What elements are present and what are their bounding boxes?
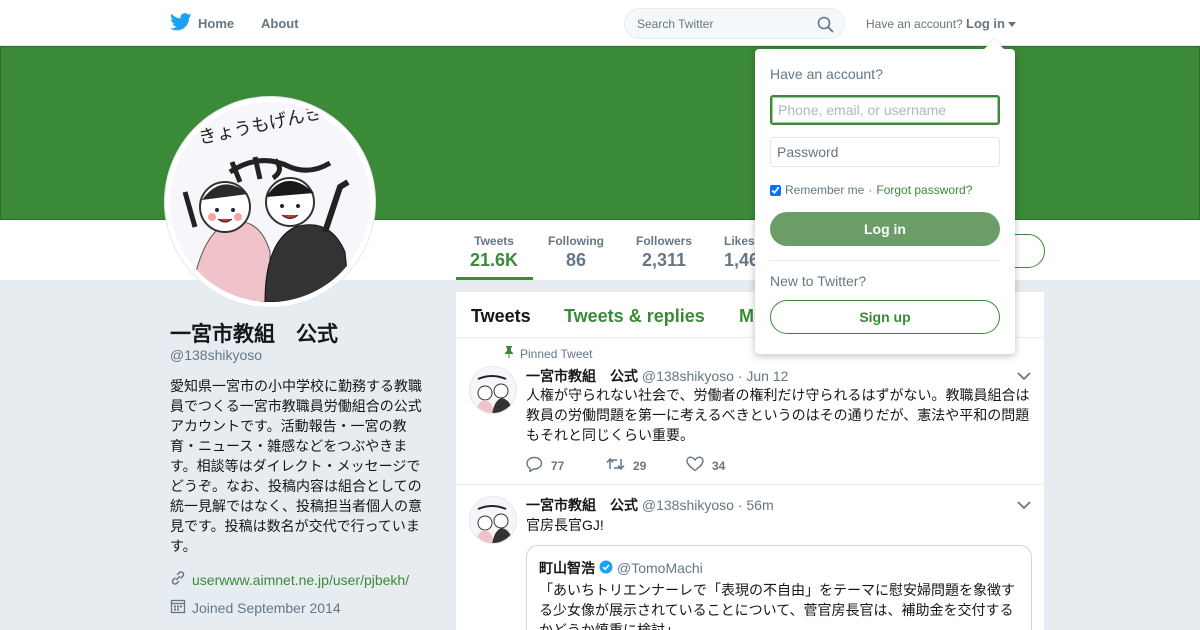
profile-bio: 愛知県一宮市の小中学校に勤務する教職員でつくる一宮市教職員労働組合の公式アカウン… — [170, 378, 422, 554]
remember-me-row: Remember me · Forgot password? — [770, 183, 972, 197]
tweet-actions: 77 29 34 — [526, 456, 766, 475]
tweet[interactable]: 一宮市教組 公式 @138shikyoso · 56m 官房長官GJ! 町山智浩… — [456, 485, 1044, 630]
stat-tweets[interactable]: Tweets 21.6K — [470, 234, 518, 271]
tweet-author-handle[interactable]: @138shikyoso — [642, 368, 734, 384]
joined-text: Joined September 2014 — [192, 599, 341, 616]
forgot-password-link[interactable]: Forgot password? — [876, 183, 972, 197]
new-to-twitter-text: New to Twitter? — [770, 273, 867, 289]
avatar-thumb — [470, 367, 516, 413]
remember-me-label[interactable]: Remember me — [785, 183, 864, 197]
dropdown-divider — [770, 260, 1000, 261]
username-input[interactable] — [770, 95, 1000, 125]
stat-value: 1,46 — [724, 250, 760, 270]
search-input[interactable] — [625, 9, 805, 38]
top-nav-bar: Home About Have an account? Log in — [0, 0, 1200, 46]
verified-badge-icon — [599, 560, 613, 577]
tweet-pinned[interactable]: Pinned Tweet 一宮市教組 公式 @138shikyoso · Jun… — [456, 338, 1044, 485]
calendar-icon — [170, 598, 186, 617]
chevron-down-icon[interactable] — [1017, 497, 1031, 515]
profile-handle: @138shikyoso — [170, 347, 263, 363]
have-account-text: Have an account? — [866, 17, 963, 31]
retweet-button[interactable]: 29 — [606, 456, 686, 475]
login-button[interactable]: Log in — [770, 212, 1000, 246]
reply-icon — [526, 456, 543, 475]
login-link-label: Log in — [966, 16, 1005, 31]
link-icon — [170, 570, 186, 589]
chevron-down-icon — [1008, 16, 1016, 31]
tweet-text: 人権が守られない社会で、労働者の権利だけ守られるはずがない。教職員組合は教員の労… — [526, 387, 1030, 443]
pinned-indicator: Pinned Tweet — [504, 346, 593, 361]
stat-value: 21.6K — [470, 250, 519, 270]
like-count: 34 — [712, 458, 726, 473]
separator-dot: · — [868, 183, 873, 197]
stat-value: 2,311 — [641, 250, 687, 270]
quoted-tweet-header: 町山智浩 @TomoMachi — [539, 558, 703, 578]
tweet-header: 一宮市教組 公式 @138shikyoso · Jun 12 — [526, 366, 788, 386]
quoted-author-handle: @TomoMachi — [617, 560, 703, 576]
pinned-label: Pinned Tweet — [520, 346, 593, 361]
tab-tweets[interactable]: Tweets — [471, 306, 531, 327]
avatar[interactable] — [469, 366, 517, 414]
stat-label: Following — [548, 234, 604, 248]
quoted-author-name: 町山智浩 — [539, 560, 595, 576]
profile-joined: Joined September 2014 — [170, 598, 341, 617]
tweet-header: 一宮市教組 公式 @138shikyoso · 56m — [526, 495, 774, 515]
dropdown-title: Have an account? — [770, 66, 883, 82]
tweet-author-name[interactable]: 一宮市教組 公式 — [526, 368, 638, 384]
avatar-illustration: きょうもげんきに — [170, 102, 370, 302]
profile-url-text: userwww.aimnet.ne.jp/user/pjbekh/ — [192, 571, 410, 588]
retweet-count: 29 — [633, 458, 647, 473]
stat-value: 86 — [565, 250, 587, 270]
search-box — [624, 8, 845, 39]
active-stat-underline — [456, 277, 533, 280]
login-dropdown-toggle[interactable]: Log in — [966, 16, 1016, 31]
chevron-down-icon[interactable] — [1017, 368, 1031, 386]
twitter-bird-icon — [170, 13, 192, 34]
home-label: Home — [198, 16, 235, 31]
retweet-icon — [606, 457, 625, 474]
about-link[interactable]: About — [261, 16, 299, 31]
quoted-tweet[interactable]: 町山智浩 @TomoMachi 「あいちトリエンナーレで「表現の不自由」をテーマ… — [526, 545, 1032, 630]
tab-tweets-replies[interactable]: Tweets & replies — [564, 306, 705, 327]
password-input[interactable] — [770, 137, 1000, 167]
tweet-author-name[interactable]: 一宮市教組 公式 — [526, 497, 638, 513]
login-dropdown: Have an account? Remember me · Forgot pa… — [755, 39, 1015, 354]
stat-followers[interactable]: Followers 2,311 — [636, 234, 692, 271]
quoted-tweet-text: 「あいちトリエンナーレで「表現の不自由」をテーマに慰安婦問題を象徴する少女像が展… — [539, 582, 1015, 630]
signup-button[interactable]: Sign up — [770, 300, 1000, 334]
stat-following[interactable]: Following 86 — [548, 234, 604, 271]
stat-label: Tweets — [474, 234, 514, 248]
pin-icon — [504, 346, 514, 361]
stat-label: Likes — [724, 234, 755, 248]
home-link[interactable]: Home — [170, 13, 234, 34]
reply-button[interactable]: 77 — [526, 456, 606, 475]
tweet-time[interactable]: · Jun 12 — [738, 368, 789, 384]
tweet-text: 官房長官GJ! — [526, 517, 604, 533]
tab-media[interactable]: M — [739, 306, 754, 327]
tweet-author-handle[interactable]: @138shikyoso — [642, 497, 734, 513]
profile-avatar[interactable]: きょうもげんきに — [165, 97, 375, 307]
avatar[interactable] — [469, 496, 517, 544]
like-button[interactable]: 34 — [686, 456, 766, 475]
tweet-time[interactable]: · 56m — [738, 497, 774, 513]
heart-icon — [686, 456, 704, 475]
reply-count: 77 — [551, 458, 565, 473]
stat-label: Followers — [636, 234, 693, 248]
avatar-thumb — [470, 497, 516, 543]
stat-likes[interactable]: Likes 1,46 — [724, 234, 759, 271]
search-icon[interactable] — [817, 16, 834, 38]
remember-me-checkbox[interactable] — [770, 184, 781, 196]
profile-name: 一宮市教組 公式 — [170, 323, 338, 346]
profile-url-link[interactable]: userwww.aimnet.ne.jp/user/pjbekh/ — [170, 570, 409, 589]
